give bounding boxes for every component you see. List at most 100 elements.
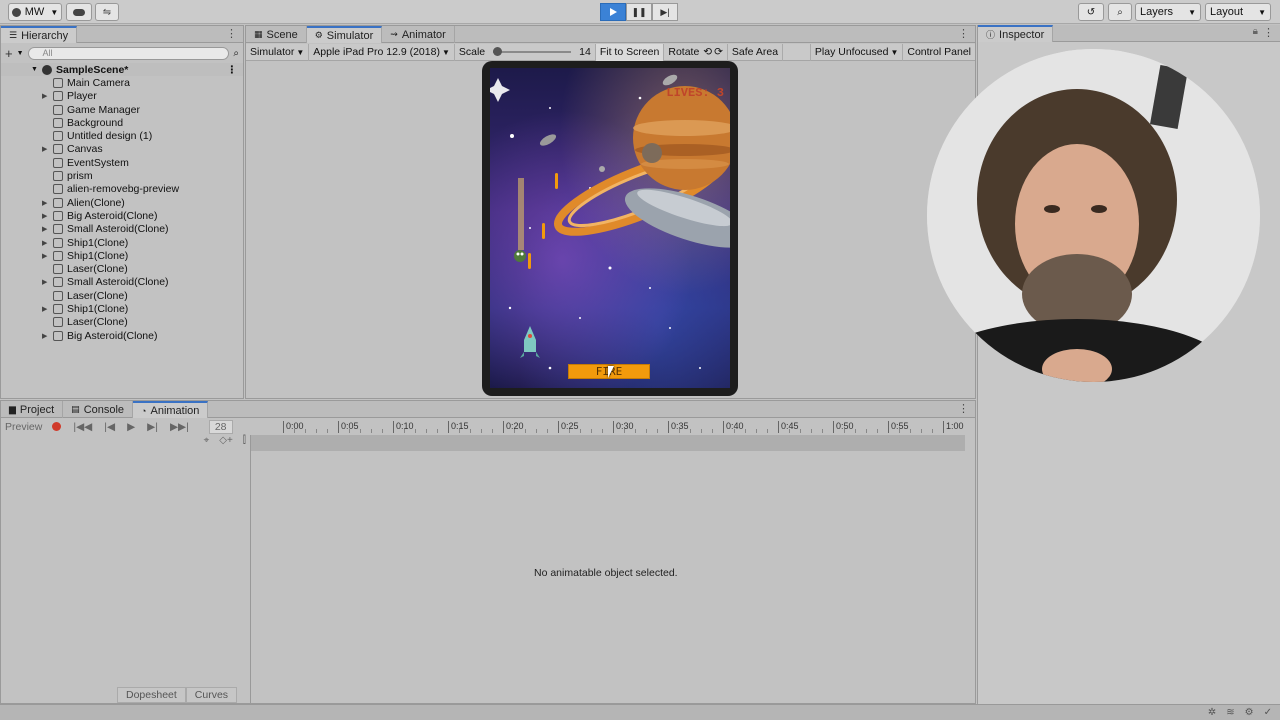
tab-scene[interactable]: ▦ Scene (246, 26, 307, 43)
preview-button[interactable]: Preview (1, 421, 46, 433)
rotate-left-icon[interactable]: ⟲ (703, 46, 712, 58)
history-button[interactable]: ↺ (1078, 3, 1104, 21)
add-icon[interactable]: + (5, 46, 13, 61)
tab-project[interactable]: ▆ Project (1, 401, 64, 418)
game-view[interactable]: LIVES: 3 FIRE (490, 68, 730, 388)
tab-animation[interactable]: ◔ Animation (133, 401, 209, 418)
debug-icon[interactable]: ⚙ (1245, 707, 1254, 718)
game-scene-art (490, 74, 730, 370)
expand-arrow-icon[interactable]: ▶ (42, 92, 47, 100)
prev-keyframe-icon[interactable]: |◀ (104, 421, 115, 433)
hierarchy-item[interactable]: ▶ Alien(Clone) (1, 196, 243, 209)
tab-inspector[interactable]: ⓘ Inspector (978, 25, 1054, 42)
hierarchy-item[interactable]: Untitled design (1) (1, 129, 243, 142)
filter-icon[interactable]: ⌕ (233, 48, 239, 59)
frame-field[interactable]: 28 (208, 419, 233, 434)
step-icon: ▶| (660, 6, 670, 17)
tab-animator[interactable]: ⇝ Animator (382, 26, 455, 43)
tab-label: Inspector (999, 28, 1045, 41)
scale-slider[interactable] (493, 47, 572, 56)
expand-arrow-icon[interactable]: ▶ (42, 145, 47, 153)
hierarchy-item[interactable]: ▶ Canvas (1, 143, 243, 156)
gameobject-cube-icon (53, 317, 63, 328)
hierarchy-item[interactable]: Laser(Clone) (1, 289, 243, 302)
pause-button[interactable]: ❚❚ (626, 3, 652, 21)
expand-arrow-icon[interactable]: ▶ (42, 252, 47, 260)
account-dropdown[interactable]: MW ▼ (8, 3, 62, 21)
step-button[interactable]: ▶| (652, 3, 678, 21)
device-dropdown[interactable]: Apple iPad Pro 12.9 (2018) ▼ (309, 43, 455, 61)
timeline-ruler[interactable]: 0:00 0:05 0:10 0:15 0:20 0:25 0:30 0:35 0:40 0:45… (251, 419, 967, 434)
animation-icon: ◔ (141, 405, 147, 416)
expand-arrow-icon[interactable]: ▶ (42, 212, 47, 220)
bug-icon[interactable]: ✲ (1208, 707, 1216, 718)
panel-menu-icon[interactable]: ⋮ (226, 27, 237, 40)
layers-dropdown[interactable]: Layers ▼ (1135, 3, 1201, 21)
cloud-button[interactable] (66, 3, 92, 21)
expand-arrow-icon[interactable]: ▶ (42, 305, 47, 313)
hierarchy-item[interactable]: ▶ Small Asteroid(Clone) (1, 276, 243, 289)
panel-menu-icon[interactable]: ⋮ (1263, 26, 1274, 39)
rotate-right-icon[interactable]: ⟳ (714, 46, 723, 58)
tab-simulator[interactable]: ⚙ Simulator (306, 26, 383, 43)
fit-to-screen-button[interactable]: Fit to Screen (594, 43, 665, 61)
play-unfocused-dropdown[interactable]: Play Unfocused ▼ (809, 43, 904, 61)
expand-arrow-icon[interactable]: ▶ (42, 332, 47, 340)
chevron-down-icon[interactable]: ▼ (17, 50, 24, 57)
safe-area-button[interactable]: Safe Area (728, 43, 784, 61)
event-marker-icon[interactable]: ⫿ (243, 435, 246, 446)
hierarchy-item[interactable]: EventSystem (1, 156, 243, 169)
record-icon[interactable] (52, 422, 62, 431)
tab-console[interactable]: ▤ Console (63, 401, 134, 418)
hierarchy-item[interactable]: ▶ Big Asteroid(Clone) (1, 209, 243, 222)
panel-menu-icon[interactable]: ⋮ (958, 27, 969, 40)
play-button[interactable] (600, 3, 626, 21)
stack-icon[interactable]: ≋ (1226, 707, 1234, 718)
mode-dropdown[interactable]: Simulator ▼ (246, 43, 310, 61)
hierarchy-item[interactable]: Laser(Clone) (1, 316, 243, 329)
expand-arrow-icon[interactable]: ▶ (42, 239, 47, 247)
timeline-track[interactable] (251, 435, 965, 451)
control-panel-button[interactable]: Control Panel (903, 44, 975, 61)
hierarchy-item[interactable]: ▶ Player (1, 90, 243, 103)
tab-hierarchy[interactable]: ☰ Hierarchy (1, 26, 78, 43)
hierarchy-search-input[interactable]: All (27, 46, 230, 60)
expand-arrow-icon[interactable]: ▼ (31, 66, 38, 73)
play-icon[interactable]: ▶ (127, 421, 135, 433)
gameobject-cube-icon (53, 104, 63, 115)
hierarchy-item[interactable]: prism (1, 169, 243, 182)
layers-label: Layers (1140, 6, 1174, 18)
add-event-icon[interactable]: ◇+ (219, 435, 233, 446)
timeline-minor-tick (316, 429, 317, 433)
curves-tab[interactable]: Curves (185, 687, 238, 703)
check-icon[interactable]: ✓ (1264, 707, 1272, 718)
hierarchy-item[interactable]: ▶ Big Asteroid(Clone) (1, 329, 243, 342)
hierarchy-item[interactable]: ▶ Small Asteroid(Clone) (1, 223, 243, 236)
hierarchy-item[interactable]: alien-removebg-preview (1, 183, 243, 196)
layout-dropdown[interactable]: Layout ▼ (1205, 3, 1271, 21)
expand-arrow-icon[interactable]: ▶ (42, 225, 47, 233)
hierarchy-item[interactable]: Main Camera (1, 76, 243, 89)
expand-arrow-icon[interactable]: ▶ (42, 199, 47, 207)
scene-menu-icon[interactable]: ⋮ (227, 64, 238, 76)
gameobject-cube-icon (53, 91, 63, 102)
hierarchy-item[interactable]: Game Manager (1, 103, 243, 116)
scene-row[interactable]: ▼ SampleScene* ⋮ (1, 63, 243, 77)
hierarchy-item[interactable]: ▶ Ship1(Clone) (1, 249, 243, 262)
panel-menu-icon[interactable]: ⋮ (958, 402, 969, 415)
rotate-control[interactable]: Rotate ⟲ ⟳ (664, 43, 728, 61)
add-keyframe-icon[interactable]: ⌖ (204, 435, 210, 446)
hierarchy-item[interactable]: ▶ Ship1(Clone) (1, 236, 243, 249)
hierarchy-item[interactable]: ▶ Ship1(Clone) (1, 302, 243, 315)
next-keyframe-icon[interactable]: ▶| (147, 421, 158, 433)
hierarchy-item[interactable]: Background (1, 116, 243, 129)
timeline-minor-tick (492, 429, 493, 433)
search-button[interactable]: ⌕ (1108, 3, 1132, 21)
hierarchy-item[interactable]: Laser(Clone) (1, 262, 243, 275)
lock-icon[interactable]: 🔒︎ (1253, 26, 1258, 37)
expand-arrow-icon[interactable]: ▶ (42, 278, 47, 286)
last-keyframe-icon[interactable]: ▶▶| (170, 421, 189, 433)
dopesheet-tab[interactable]: Dopesheet (117, 687, 186, 703)
collab-button[interactable]: ⇋ (95, 3, 119, 21)
first-keyframe-icon[interactable]: |◀◀ (73, 421, 92, 433)
